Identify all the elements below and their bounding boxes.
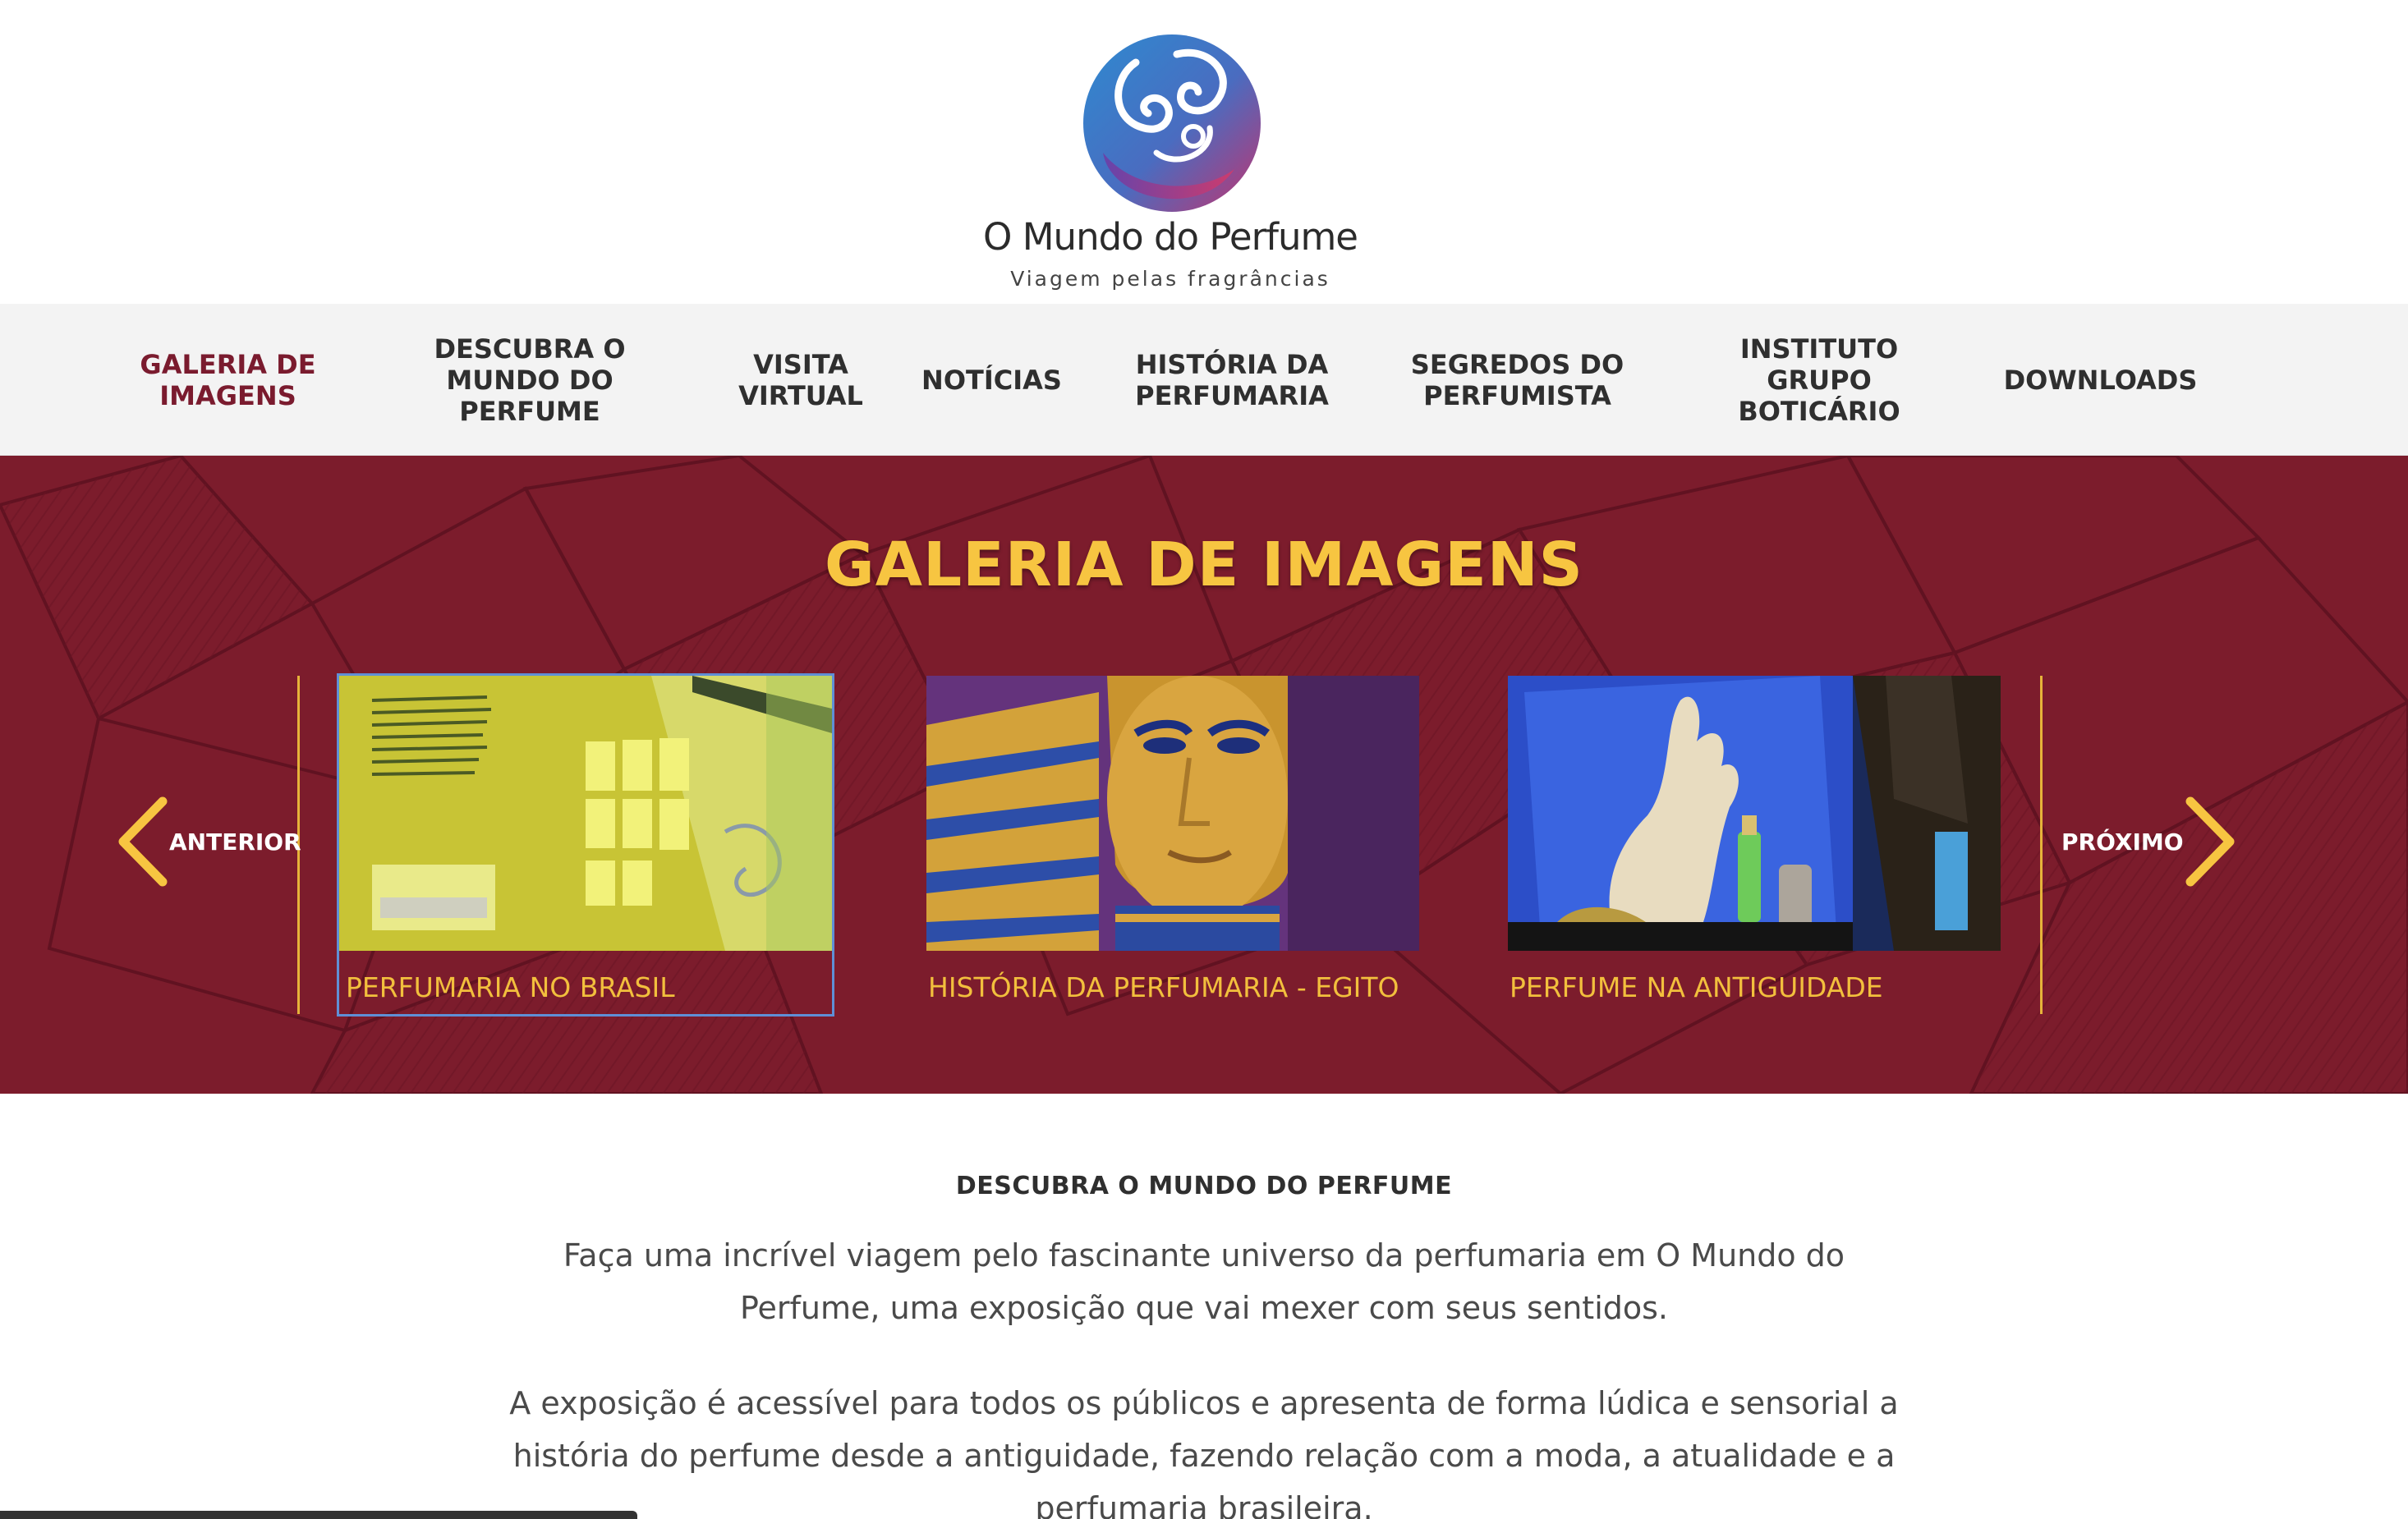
nav-item-label: INSTITUTO GRUPO BOTICÁRIO (1738, 333, 1900, 427)
nav-item-label: VISITA VIRTUAL (738, 348, 863, 411)
nav-item-downloads[interactable]: DOWNLOADS (1992, 304, 2209, 456)
logo-tagline: Viagem pelas fragrâncias (1010, 267, 1330, 291)
nav-item-label: GALERIA DE IMAGENS (140, 348, 316, 411)
image-gallery-section: GALERIA DE IMAGENS ANTERIOR PRÓXIMO PERF… (0, 456, 2408, 1094)
intro-paragraph-2: A exposição é acessível para todos os pú… (509, 1385, 1899, 1519)
nav-item-visita-virtual[interactable]: VISITA VIRTUAL (723, 304, 879, 456)
gallery-card-perfumaria-no-brasil[interactable]: PERFUMARIA NO BRASIL (337, 673, 834, 1016)
gallery-card-historia-egito[interactable]: HISTÓRIA DA PERFUMARIA - EGITO (926, 676, 1419, 1014)
nav-item-descubra-o-mundo-do-perfume[interactable]: DESCUBRA O MUNDO DO PERFUME (419, 304, 641, 456)
intro-section: DESCUBRA O MUNDO DO PERFUME Faça uma inc… (0, 1094, 2408, 1519)
nav-item-segredos-do-perfumista[interactable]: SEGREDOS DO PERFUMISTA (1396, 304, 1638, 456)
gallery-card-caption: HISTÓRIA DA PERFUMARIA - EGITO (928, 971, 1399, 1003)
gallery-title: GALERIA DE IMAGENS (825, 530, 1583, 600)
nav-item-galeria-de-imagens[interactable]: GALERIA DE IMAGENS (123, 304, 333, 456)
nav-item-label: SEGREDOS DO PERFUMISTA (1410, 348, 1624, 411)
gallery-divider-right (2040, 676, 2043, 1014)
nav-item-label: NOTÍCIAS (921, 364, 1062, 396)
gallery-card-perfume-na-antiguidade[interactable]: PERFUME NA ANTIGUIDADE (1508, 676, 2001, 1014)
nav-item-label: DOWNLOADS (2003, 364, 2198, 396)
chevron-left-icon (115, 796, 169, 887)
logo-swirl-icon (1078, 30, 1266, 217)
next-button[interactable]: PRÓXIMO (2061, 796, 2238, 887)
gallery-card-caption: PERFUMARIA NO BRASIL (346, 971, 675, 1003)
horizontal-scrollbar[interactable] (0, 1511, 637, 1519)
nav-item-noticias[interactable]: NOTÍCIAS (912, 304, 1072, 456)
previous-button[interactable]: ANTERIOR (115, 796, 301, 887)
intro-paragraph-1: Faça uma incrível viagem pelo fascinante… (563, 1237, 1845, 1326)
nav-item-label: HISTÓRIA DA PERFUMARIA (1135, 348, 1329, 411)
pharaoh-mask-photo (926, 676, 1419, 951)
nav-item-label: DESCUBRA O MUNDO DO PERFUME (434, 333, 626, 427)
display-case-photo (1508, 676, 2001, 951)
main-nav: GALERIA DE IMAGENS DESCUBRA O MUNDO DO P… (0, 304, 2408, 456)
site-logo[interactable]: O Mundo do Perfume Viagem pelas fragrânc… (981, 25, 1359, 300)
gallery-card-caption: PERFUME NA ANTIGUIDADE (1510, 971, 1883, 1003)
previous-label: ANTERIOR (169, 828, 301, 856)
nav-item-historia-da-perfumaria[interactable]: HISTÓRIA DA PERFUMARIA (1113, 304, 1351, 456)
next-label: PRÓXIMO (2061, 828, 2184, 856)
exhibition-wall-photo (339, 676, 832, 951)
logo-title: O Mundo do Perfume (983, 215, 1358, 259)
chevron-right-icon (2184, 796, 2238, 887)
section-heading: DESCUBRA O MUNDO DO PERFUME (955, 1172, 1453, 1200)
nav-item-instituto-grupo-boticario[interactable]: INSTITUTO GRUPO BOTICÁRIO (1716, 304, 1922, 456)
site-header: O Mundo do Perfume Viagem pelas fragrânc… (0, 0, 2408, 304)
